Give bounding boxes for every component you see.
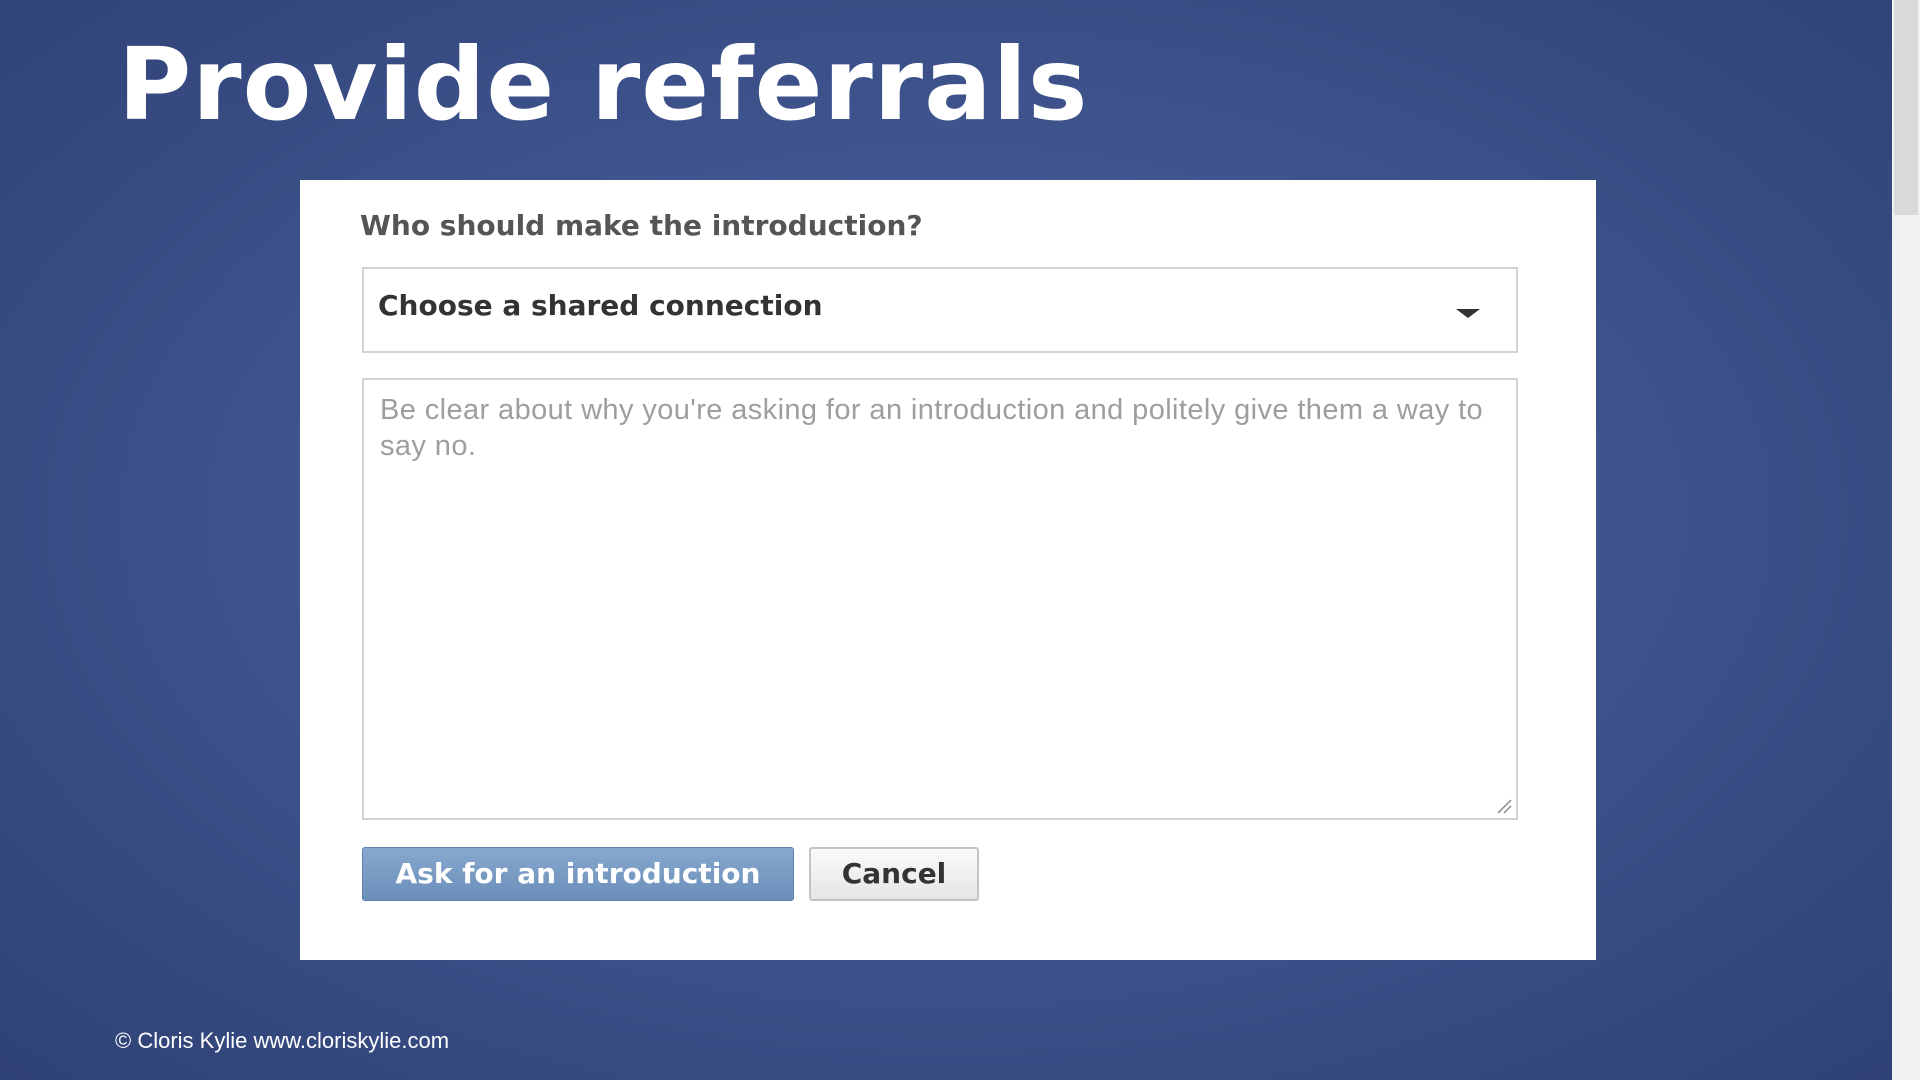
copyright-footer: © Cloris Kylie www.cloriskylie.com — [115, 1028, 450, 1053]
slide-title: Provide referrals — [118, 26, 1089, 143]
shared-connection-selected-value: Choose a shared connection — [378, 289, 823, 322]
ask-for-introduction-button[interactable]: Ask for an introduction — [362, 847, 794, 901]
vertical-scrollbar[interactable] — [1892, 0, 1920, 1080]
introduction-question-label: Who should make the introduction? — [360, 209, 923, 242]
introduction-message-textarea[interactable]: Be clear about why you're asking for an … — [362, 378, 1518, 820]
resize-handle-icon[interactable] — [1494, 796, 1512, 814]
scrollbar-thumb[interactable] — [1894, 0, 1918, 215]
message-placeholder: Be clear about why you're asking for an … — [380, 394, 1484, 462]
introduction-request-form: Who should make the introduction? Choose… — [300, 180, 1596, 960]
slide-background: Provide referrals Who should make the in… — [0, 0, 1892, 1080]
cancel-button[interactable]: Cancel — [809, 847, 979, 901]
chevron-down-icon — [1456, 309, 1480, 318]
shared-connection-select[interactable]: Choose a shared connection — [362, 267, 1518, 353]
